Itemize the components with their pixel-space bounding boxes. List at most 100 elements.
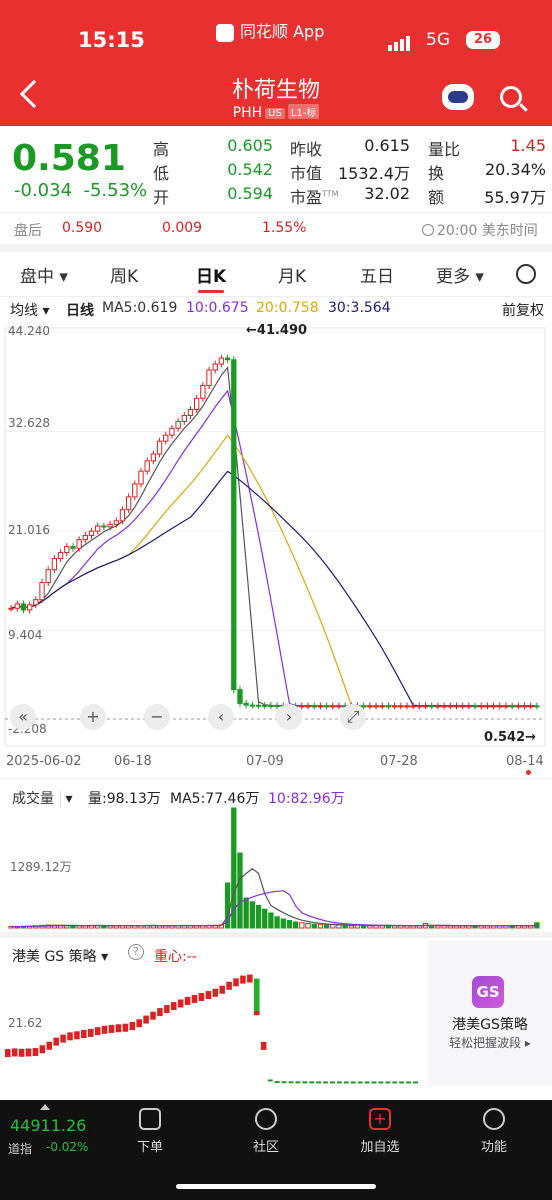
strategy-bar xyxy=(260,1041,267,1050)
candle xyxy=(249,704,256,707)
strategy-chart[interactable] xyxy=(0,960,428,1090)
tab-intraday[interactable]: 盘中 ▾ xyxy=(20,262,68,287)
tab-monthly[interactable]: 月K xyxy=(278,262,306,287)
tab-weekly[interactable]: 周K xyxy=(110,262,138,287)
peak-price-label: ←41.490 xyxy=(246,323,308,338)
candle xyxy=(45,569,51,584)
strategy-bar xyxy=(108,1024,115,1033)
volume-bar xyxy=(435,925,441,929)
fullscreen-icon[interactable]: ⤢ xyxy=(340,704,366,730)
ma10-legend: 10:0.675 xyxy=(186,300,249,316)
date-axis-3: 07-28 xyxy=(380,754,418,769)
strategy-bar xyxy=(177,999,184,1008)
candle xyxy=(503,705,509,708)
price-change: -0.034 -5.53% xyxy=(14,180,148,201)
strategy-bar xyxy=(184,996,191,1005)
volume-bar xyxy=(330,924,336,929)
candle xyxy=(33,599,39,606)
candle xyxy=(441,705,447,708)
gs-promo-sub: 轻松把握波段 ▸ xyxy=(449,1036,531,1050)
volume-value: 量:98.13万 xyxy=(88,791,161,807)
candle xyxy=(39,582,45,601)
candle xyxy=(534,705,540,708)
strategy-bar xyxy=(157,1008,163,1017)
strategy-bar xyxy=(247,974,253,983)
high-label: 高 xyxy=(153,140,170,159)
after-hours-price: 0.590 xyxy=(62,220,103,236)
candle xyxy=(125,496,132,511)
assistant-robot-icon[interactable] xyxy=(442,84,474,110)
zoom-out-icon[interactable]: − xyxy=(144,704,170,730)
candle xyxy=(373,705,379,708)
candle xyxy=(435,705,441,708)
zoom-in-icon[interactable]: + xyxy=(80,704,106,730)
gs-promo-card[interactable]: GS 港美GS策略 轻松把握波段 ▸ xyxy=(428,940,552,1086)
tab-five-day[interactable]: 五日 xyxy=(360,262,394,287)
nav-add-watchlist[interactable]: + 加自选 xyxy=(340,1108,420,1155)
candle xyxy=(385,705,392,708)
market-tag: US xyxy=(265,108,285,119)
prev-close-value: 0.615 xyxy=(364,136,410,155)
candle xyxy=(156,440,163,455)
tab-more[interactable]: 更多 ▾ xyxy=(436,262,484,287)
prev-close-label: 昨收 xyxy=(290,140,323,159)
candle xyxy=(466,705,472,708)
turnover-value: 20.34% xyxy=(484,160,546,179)
candle xyxy=(194,397,200,410)
app-name: 同花顺 App xyxy=(216,18,324,42)
candle xyxy=(422,705,429,708)
candle xyxy=(237,689,243,704)
candle xyxy=(367,705,373,708)
after-hours-label: 盘后 xyxy=(14,223,42,239)
strategy-bar xyxy=(53,1037,59,1046)
candle xyxy=(509,705,515,708)
candle xyxy=(460,705,466,708)
scroll-left-icon[interactable]: ‹ xyxy=(208,704,234,730)
divider xyxy=(0,212,552,213)
candle xyxy=(224,357,231,361)
date-axis-1: 06-18 xyxy=(114,754,152,769)
candle xyxy=(497,705,503,708)
nav-functions[interactable]: 功能 xyxy=(454,1108,534,1155)
volume-bar xyxy=(342,924,348,929)
help-icon[interactable]: ? xyxy=(128,944,144,960)
nav-community[interactable]: 社区 xyxy=(226,1108,306,1155)
pe-label: 市盈TTM xyxy=(290,188,339,207)
candle xyxy=(305,705,311,708)
volume-chart[interactable] xyxy=(0,806,552,930)
nav-order[interactable]: 下单 xyxy=(110,1108,190,1155)
volume-bar xyxy=(262,908,268,929)
index-value[interactable]: 44911.26 xyxy=(10,1116,86,1135)
candle xyxy=(187,408,194,416)
candle xyxy=(231,359,237,691)
ma-type-select[interactable]: 均线 ▾ xyxy=(10,300,49,320)
candle xyxy=(255,704,262,707)
price-axis-3: 9.404 xyxy=(8,628,43,642)
volume-select[interactable]: 成交量 ▾ xyxy=(12,788,72,808)
volume-bar xyxy=(336,924,342,929)
scroll-right-icon[interactable]: › xyxy=(276,704,302,730)
current-price: 0.581 xyxy=(12,138,126,179)
volume-bar xyxy=(249,901,256,929)
tab-daily[interactable]: 日K xyxy=(196,262,226,293)
search-icon[interactable] xyxy=(500,86,522,108)
candle xyxy=(76,539,82,549)
candle xyxy=(26,604,33,611)
candle xyxy=(82,534,88,541)
candle xyxy=(175,420,181,429)
volume-bar xyxy=(237,852,243,929)
strategy-bar xyxy=(164,1005,170,1014)
adjust-label[interactable]: 前复权 xyxy=(502,300,544,320)
candle xyxy=(144,460,150,472)
candle xyxy=(379,705,385,708)
strategy-bar xyxy=(88,1028,94,1037)
strategy-bar xyxy=(60,1034,66,1043)
kline-chart[interactable] xyxy=(0,320,552,750)
chart-settings-icon[interactable] xyxy=(516,264,536,284)
date-axis-4: 08-14 xyxy=(506,754,544,769)
open-value: 0.594 xyxy=(227,184,273,203)
scroll-start-icon[interactable]: « xyxy=(10,704,36,730)
ma20-line xyxy=(10,434,537,707)
candle xyxy=(51,558,58,571)
expand-up-icon[interactable] xyxy=(40,1104,50,1110)
